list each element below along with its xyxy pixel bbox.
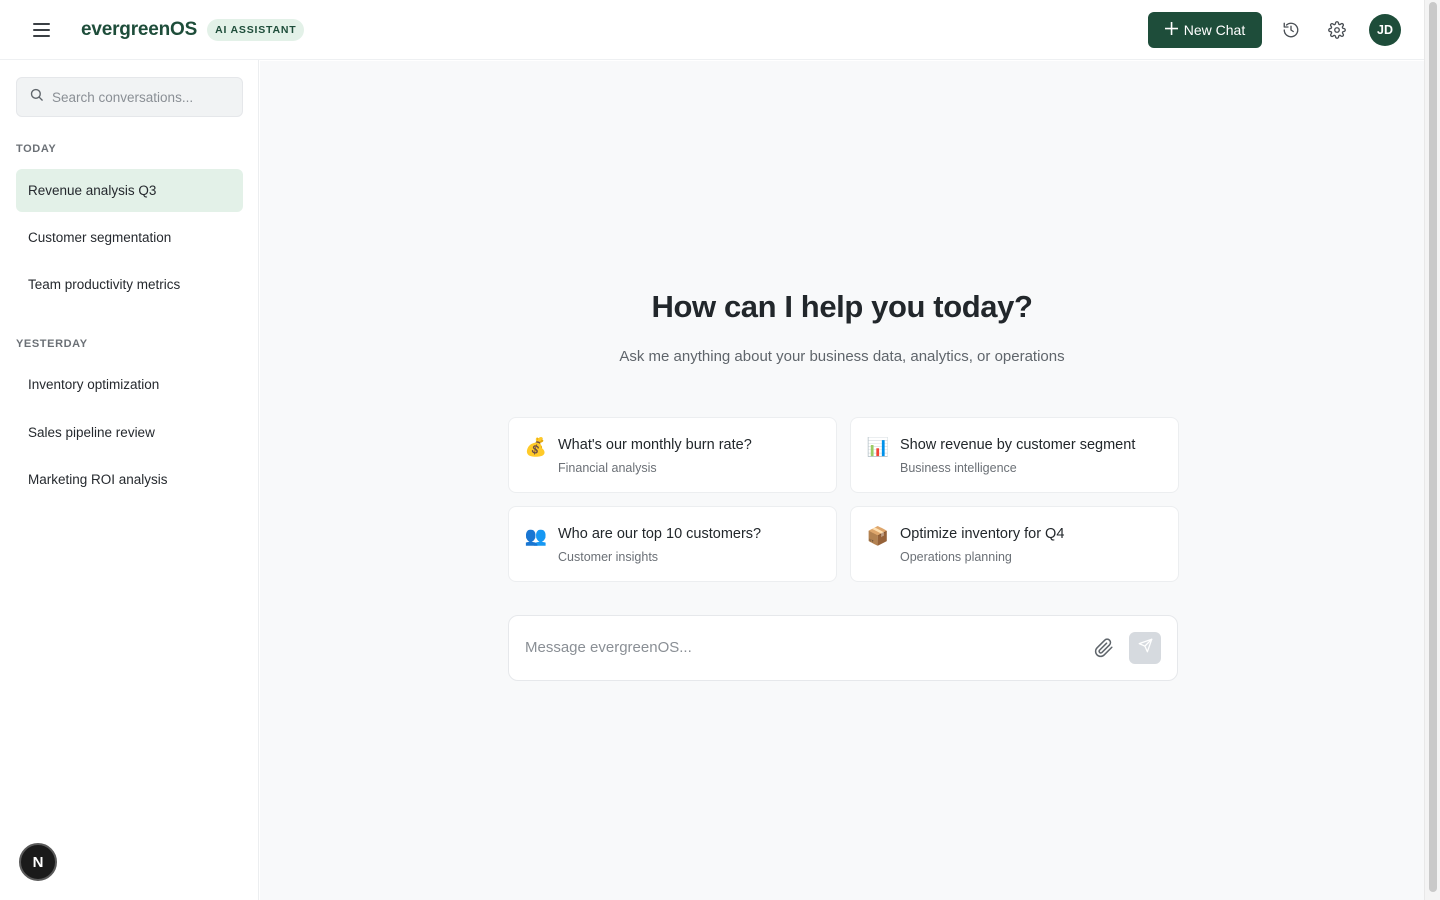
plus-icon — [1164, 22, 1178, 38]
welcome-headline: How can I help you today? — [651, 289, 1033, 324]
scrollbar-thumb[interactable] — [1429, 2, 1437, 892]
suggestion-title: What's our monthly burn rate? — [558, 437, 752, 453]
search-input[interactable] — [52, 89, 232, 105]
floating-n-button[interactable]: N — [19, 843, 57, 881]
message-composer — [508, 615, 1178, 681]
new-chat-label: New Chat — [1183, 22, 1246, 38]
send-button[interactable] — [1129, 632, 1161, 664]
message-input[interactable] — [525, 639, 1065, 656]
suggestion-title: Who are our top 10 customers? — [558, 526, 762, 542]
header-actions: New Chat JD — [1148, 12, 1401, 48]
conversation-item[interactable]: Inventory optimization — [16, 363, 243, 406]
suggestion-subtitle: Operations planning — [900, 550, 1012, 564]
top-header: evergreenOS AI ASSISTANT New Chat JD — [0, 0, 1424, 60]
conversation-item[interactable]: Marketing ROI analysis — [16, 458, 243, 501]
group-label-today: TODAY — [16, 143, 57, 155]
history-icon[interactable] — [1274, 13, 1308, 47]
people-icon: 👥 — [524, 525, 548, 546]
welcome-subline: Ask me anything about your business data… — [619, 348, 1065, 365]
send-icon — [1138, 638, 1153, 658]
suggestion-card[interactable]: 📊 Show revenue by customer segment Busin… — [850, 417, 1179, 493]
main-panel: How can I help you today? Ask me anythin… — [260, 61, 1424, 900]
conversation-title: Revenue analysis Q3 — [28, 183, 157, 198]
page-scrollbar[interactable] — [1424, 0, 1440, 900]
brand-logo[interactable]: evergreenOS — [81, 19, 197, 41]
conversation-title: Team productivity metrics — [28, 277, 181, 292]
settings-icon[interactable] — [1320, 13, 1354, 47]
suggestion-subtitle: Business intelligence — [900, 461, 1017, 475]
money-bag-icon: 💰 — [524, 436, 548, 457]
group-label-yesterday: YESTERDAY — [16, 338, 88, 350]
conversation-item[interactable]: Customer segmentation — [16, 216, 243, 259]
menu-icon[interactable] — [28, 16, 56, 44]
conversation-item[interactable]: Revenue analysis Q3 — [16, 169, 243, 212]
suggestion-card[interactable]: 📦 Optimize inventory for Q4 Operations p… — [850, 506, 1179, 582]
suggestion-subtitle: Financial analysis — [558, 461, 657, 475]
package-icon: 📦 — [866, 525, 890, 546]
suggestion-title: Show revenue by customer segment — [900, 437, 1136, 453]
conversation-title: Marketing ROI analysis — [28, 472, 168, 487]
suggestion-title: Optimize inventory for Q4 — [900, 526, 1065, 542]
conversation-title: Customer segmentation — [28, 230, 172, 245]
ai-assistant-badge: AI ASSISTANT — [207, 18, 305, 41]
sidebar: TODAY Revenue analysis Q3 Customer segme… — [0, 60, 259, 900]
suggestion-subtitle: Customer insights — [558, 550, 659, 564]
conversation-title: Sales pipeline review — [28, 425, 155, 440]
search-box[interactable] — [16, 77, 243, 117]
conversation-title: Inventory optimization — [28, 377, 160, 392]
paperclip-icon[interactable] — [1094, 638, 1116, 660]
suggestion-card[interactable]: 💰 What's our monthly burn rate? Financia… — [508, 417, 837, 493]
bar-chart-icon: 📊 — [866, 436, 890, 457]
user-avatar[interactable]: JD — [1369, 14, 1401, 46]
conversation-item[interactable]: Sales pipeline review — [16, 411, 243, 454]
conversation-item[interactable]: Team productivity metrics — [16, 263, 243, 306]
new-chat-button[interactable]: New Chat — [1148, 12, 1262, 48]
search-icon — [29, 87, 44, 107]
suggestion-card[interactable]: 👥 Who are our top 10 customers? Customer… — [508, 506, 837, 582]
